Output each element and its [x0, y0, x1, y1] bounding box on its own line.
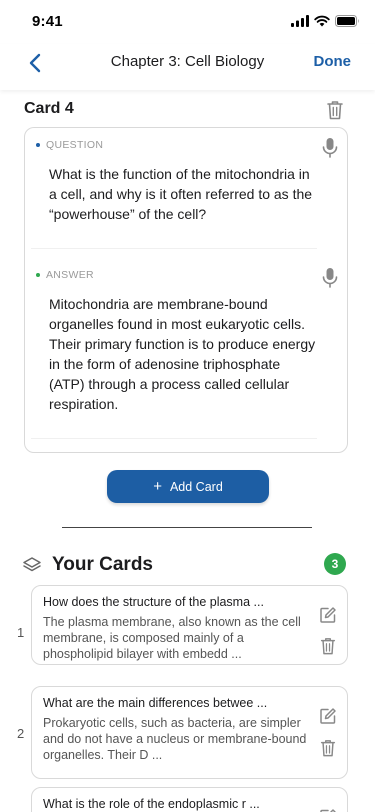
status-time: 9:41: [32, 13, 63, 30]
answer-dot: [36, 273, 40, 277]
done-button[interactable]: Done: [314, 53, 352, 70]
edit-icon[interactable]: [319, 707, 337, 725]
answer-input[interactable]: Mitochondria are membrane-bound organell…: [49, 294, 317, 414]
question-label-text: QUESTION: [46, 139, 104, 151]
section-divider: [62, 527, 312, 528]
card-list-item[interactable]: What is the role of the endoplasmic r ..…: [31, 787, 348, 812]
your-cards-header: Your Cards 3: [22, 553, 348, 577]
card-editor: QUESTION What is the function of the mit…: [24, 127, 348, 453]
field-divider: [31, 438, 317, 439]
microphone-icon[interactable]: [321, 137, 339, 159]
card-answer: The plasma membrane, also known as the c…: [43, 615, 301, 661]
question-label: QUESTION: [36, 139, 103, 151]
card-count-badge: 3: [324, 553, 346, 575]
card-title: Card 4: [24, 100, 74, 117]
question-input[interactable]: What is the function of the mitochondria…: [49, 164, 317, 224]
card-question: What are the main differences betwee ...: [43, 696, 268, 710]
edit-icon[interactable]: [319, 606, 337, 624]
layers-icon: [23, 557, 41, 572]
status-bar: 9:41: [0, 0, 375, 44]
question-dot: [36, 143, 40, 147]
wifi-icon: [314, 15, 330, 27]
add-card-button[interactable]: + Add Card: [107, 470, 269, 503]
nav-bar: Chapter 3: Cell Biology Done: [0, 44, 375, 90]
add-card-label: Add Card: [169, 479, 223, 494]
field-divider: [31, 248, 317, 249]
card-list-item[interactable]: How does the structure of the plasma ...…: [31, 585, 348, 665]
card-list-item[interactable]: What are the main differences betwee ...…: [31, 686, 348, 779]
trash-icon[interactable]: [319, 636, 337, 656]
microphone-icon[interactable]: [321, 267, 339, 289]
card-editor-header: Card 4: [24, 99, 351, 121]
answer-label-text: ANSWER: [46, 269, 94, 281]
cellular-signal-icon: [291, 15, 309, 27]
your-cards-title: Your Cards: [52, 554, 154, 575]
trash-icon[interactable]: [325, 99, 345, 121]
trash-icon[interactable]: [319, 738, 337, 758]
edit-icon[interactable]: [319, 808, 337, 812]
battery-icon: [335, 15, 359, 27]
plus-icon: +: [153, 477, 162, 495]
card-index: 2: [17, 726, 25, 741]
answer-label: ANSWER: [36, 269, 94, 281]
card-question: How does the structure of the plasma ...: [43, 595, 264, 609]
card-question: What is the role of the endoplasmic r ..…: [43, 797, 260, 811]
status-icons: [291, 15, 360, 27]
card-answer: Prokaryotic cells, such as bacteria, are…: [43, 716, 307, 762]
card-index: 1: [17, 625, 25, 640]
